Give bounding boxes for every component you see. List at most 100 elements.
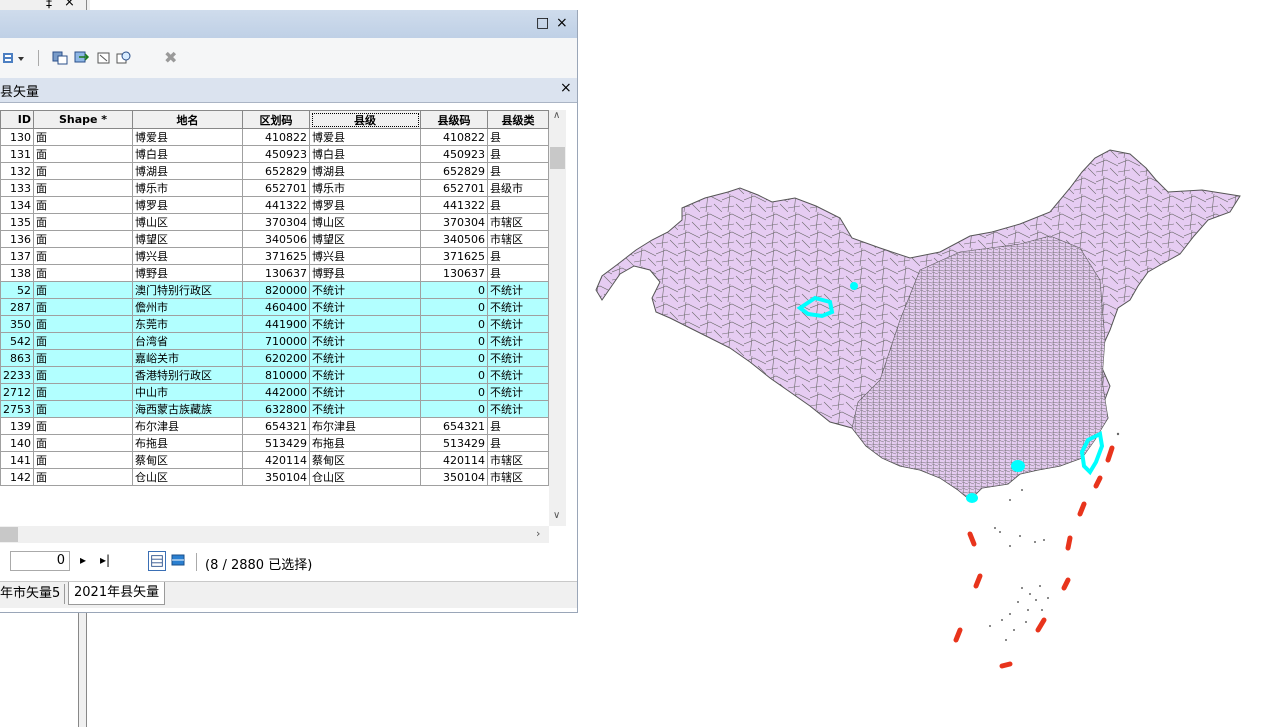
table-cell-code: 810000 — [242, 366, 310, 384]
table-cell-ccode: 0 — [420, 400, 488, 418]
selected-region-danzhou[interactable] — [966, 493, 978, 503]
table-cell-name: 香港特别行政区 — [132, 366, 243, 384]
scroll-down-icon[interactable]: ∨ — [553, 510, 560, 521]
table-cell-code: 130637 — [242, 264, 310, 282]
table-row[interactable]: 52 面澳门特别行政区 820000 不统计 0 不统计 — [0, 281, 549, 299]
table-row[interactable]: 542 面台湾省 710000 不统计 0 不统计 — [0, 332, 549, 350]
table-options-icon[interactable] — [2, 51, 28, 65]
column-header-code[interactable]: 区划码 — [242, 110, 310, 129]
table-row[interactable]: 142 面仓山区 350104 仓山区 350104 市辖区 — [0, 468, 549, 486]
table-cell-county: 不统计 — [309, 281, 421, 299]
horizontal-scroll-thumb[interactable] — [0, 527, 18, 542]
table-cell-id: 136 — [0, 230, 34, 248]
tab-county-vector-2021[interactable]: 2021年县矢量 — [68, 582, 166, 605]
select-by-attributes-icon[interactable] — [52, 51, 68, 65]
column-header-county-code[interactable]: 县级码 — [420, 110, 488, 129]
column-header-name[interactable]: 地名 — [132, 110, 243, 129]
scroll-right-icon[interactable]: › — [536, 527, 540, 540]
zoom-to-selected-icon[interactable] — [116, 51, 132, 65]
table-cell-code: 350104 — [242, 468, 310, 486]
table-cell-ccode: 370304 — [420, 213, 488, 231]
column-header-county-type[interactable]: 县级类 — [487, 110, 549, 129]
record-number-input[interactable]: 0 — [10, 551, 70, 571]
table-row[interactable]: 132 面博湖县 652829 博湖县 652829 县 — [0, 162, 549, 180]
switch-selection-icon[interactable] — [74, 51, 90, 65]
upper-panel-strip: ‡ × — [0, 0, 90, 10]
column-header-shape[interactable]: Shape * — [33, 110, 133, 129]
selected-region-pearl-river[interactable] — [1011, 460, 1025, 472]
table-cell-shape: 面 — [33, 349, 133, 367]
table-cell-code: 410822 — [242, 128, 310, 146]
table-cell-shape: 面 — [33, 366, 133, 384]
table-cell-ccode: 513429 — [420, 434, 488, 452]
table-cell-id: 350 — [0, 315, 34, 333]
table-row[interactable]: 2233 面香港特别行政区 810000 不统计 0 不统计 — [0, 366, 549, 384]
scroll-up-icon[interactable]: ∧ — [553, 110, 560, 121]
last-record-button[interactable]: ▸| — [100, 553, 110, 567]
table-row[interactable]: 863 面嘉峪关市 620200 不统计 0 不统计 — [0, 349, 549, 367]
map-view[interactable] — [590, 140, 1250, 680]
table-row[interactable]: 140 面布拖县 513429 布拖县 513429 县 — [0, 434, 549, 452]
table-cell-name: 博爱县 — [132, 128, 243, 146]
table-row[interactable]: 137 面博兴县 371625 博兴县 371625 县 — [0, 247, 549, 265]
table-row[interactable]: 350 面东莞市 441900 不统计 0 不统计 — [0, 315, 549, 333]
table-row[interactable]: 131 面博白县 450923 博白县 450923 县 — [0, 145, 549, 163]
table-cell-name: 博湖县 — [132, 162, 243, 180]
table-cell-ctype: 县 — [487, 128, 549, 146]
table-cell-id: 542 — [0, 332, 34, 350]
table-cell-ctype: 县 — [487, 417, 549, 435]
table-row[interactable]: 130 面博爱县 410822 博爱县 410822 县 — [0, 128, 549, 146]
close-layer-table-button[interactable]: × — [560, 80, 572, 96]
table-cell-id: 2712 — [0, 383, 34, 401]
table-row[interactable]: 138 面博野县 130637 博野县 130637 县 — [0, 264, 549, 282]
close-icon[interactable]: × — [64, 0, 75, 10]
delete-selected-icon[interactable]: ✖ — [164, 48, 177, 67]
dock-splitter[interactable] — [78, 612, 88, 727]
clear-selection-icon[interactable] — [96, 51, 112, 65]
horizontal-scrollbar[interactable]: › — [0, 526, 549, 543]
table-row[interactable]: 135 面博山区 370304 博山区 370304 市辖区 — [0, 213, 549, 231]
table-cell-ccode: 0 — [420, 332, 488, 350]
table-cell-name: 博兴县 — [132, 247, 243, 265]
table-cell-ctype: 不统计 — [487, 349, 549, 367]
column-header-id[interactable]: ID — [0, 110, 34, 129]
next-record-button[interactable]: ▸ — [80, 553, 86, 567]
vertical-scroll-thumb[interactable] — [550, 147, 565, 169]
selected-region-jiayuguan[interactable] — [850, 282, 858, 290]
table-cell-name: 嘉峪关市 — [132, 349, 243, 367]
maximize-button[interactable]: □ — [536, 15, 549, 31]
table-cell-ctype: 不统计 — [487, 281, 549, 299]
table-cell-shape: 面 — [33, 451, 133, 469]
title-bar[interactable]: □ × — [0, 10, 577, 38]
table-row[interactable]: 133 面博乐市 652701 博乐市 652701 县级市 — [0, 179, 549, 197]
table-row[interactable]: 139 面布尔津县 654321 布尔津县 654321 县 — [0, 417, 549, 435]
header-row: ID Shape * 地名 区划码 县级 县级码 县级类 — [0, 110, 549, 129]
table-row[interactable]: 2753 面海西蒙古族藏族 632800 不统计 0 不统计 — [0, 400, 549, 418]
table-toolbar: ✖ — [0, 38, 577, 79]
table-cell-shape: 面 — [33, 315, 133, 333]
table-cell-id: 141 — [0, 451, 34, 469]
pin-icon[interactable]: ‡ — [46, 0, 52, 10]
table-cell-shape: 面 — [33, 434, 133, 452]
table-cell-county: 不统计 — [309, 366, 421, 384]
close-window-button[interactable]: × — [556, 15, 568, 31]
table-cell-ctype: 不统计 — [487, 332, 549, 350]
table-row[interactable]: 134 面博罗县 441322 博罗县 441322 县 — [0, 196, 549, 214]
show-all-records-icon[interactable] — [148, 551, 166, 571]
table-row[interactable]: 136 面博望区 340506 博望区 340506 市辖区 — [0, 230, 549, 248]
table-row[interactable]: 141 面蔡甸区 420114 蔡甸区 420114 市辖区 — [0, 451, 549, 469]
table-row[interactable]: 287 面儋州市 460400 不统计 0 不统计 — [0, 298, 549, 316]
table-cell-ccode: 420114 — [420, 451, 488, 469]
table-cell-ctype: 县 — [487, 162, 549, 180]
table-cell-ctype: 不统计 — [487, 383, 549, 401]
table-cell-shape: 面 — [33, 281, 133, 299]
vertical-scrollbar[interactable]: ∧ ∨ — [549, 110, 566, 526]
column-header-county[interactable]: 县级 — [309, 110, 421, 129]
table-row[interactable]: 2712 面中山市 442000 不统计 0 不统计 — [0, 383, 549, 401]
table-cell-id: 138 — [0, 264, 34, 282]
show-selected-records-icon[interactable] — [169, 551, 187, 571]
table-cell-name: 台湾省 — [132, 332, 243, 350]
tab-city-vector[interactable]: 年市矢量5 — [0, 584, 66, 604]
table-cell-code: 450923 — [242, 145, 310, 163]
table-cell-county: 不统计 — [309, 349, 421, 367]
